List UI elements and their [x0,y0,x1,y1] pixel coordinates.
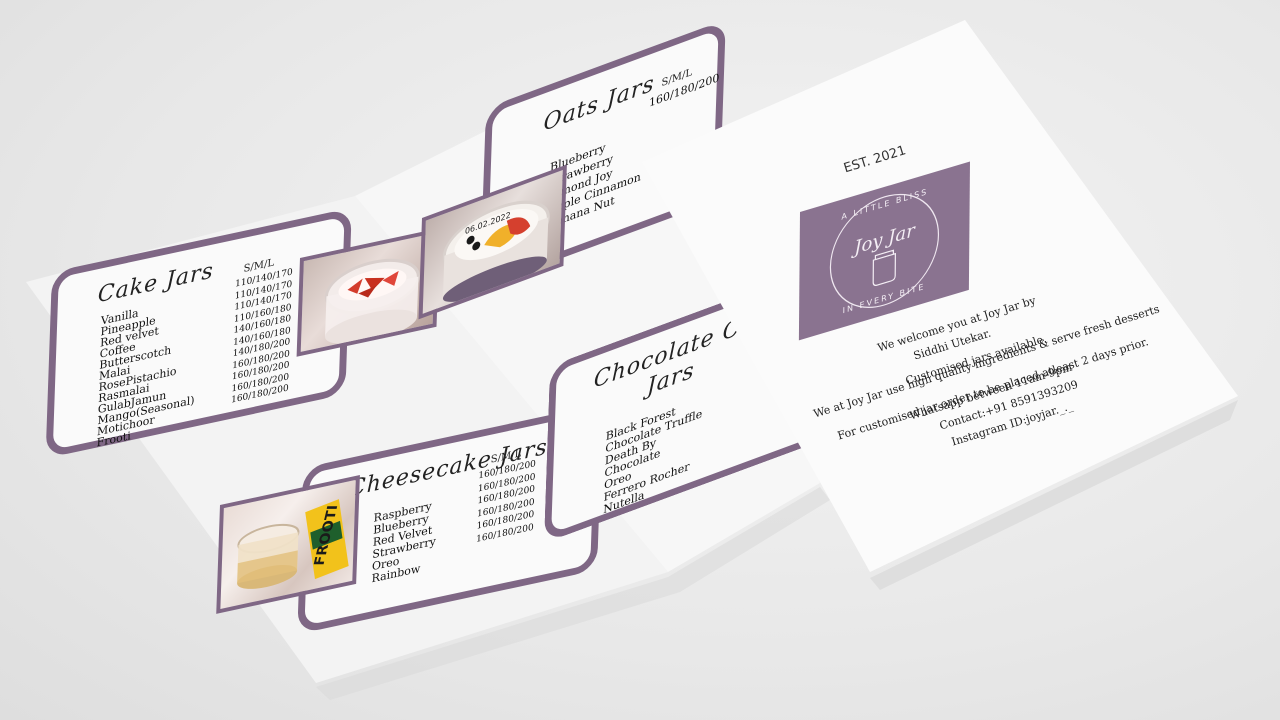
logo-arc-top: A LITTLE BLISS [841,186,928,222]
logo-arc-bottom: IN EVERY BITE [843,281,926,315]
cover-content: EST. 2021 Joy Jar A LITTLE BLISS IN EVER… [0,0,1280,720]
joy-jar-logo: Joy Jar A LITTLE BLISS IN EVERY BITE [798,161,970,341]
logo-emblem: Joy Jar A LITTLE BLISS IN EVERY BITE [829,186,940,315]
logo-title: Joy Jar [850,220,916,260]
jar-icon [872,249,896,286]
est-label: EST. 2021 [842,143,908,177]
